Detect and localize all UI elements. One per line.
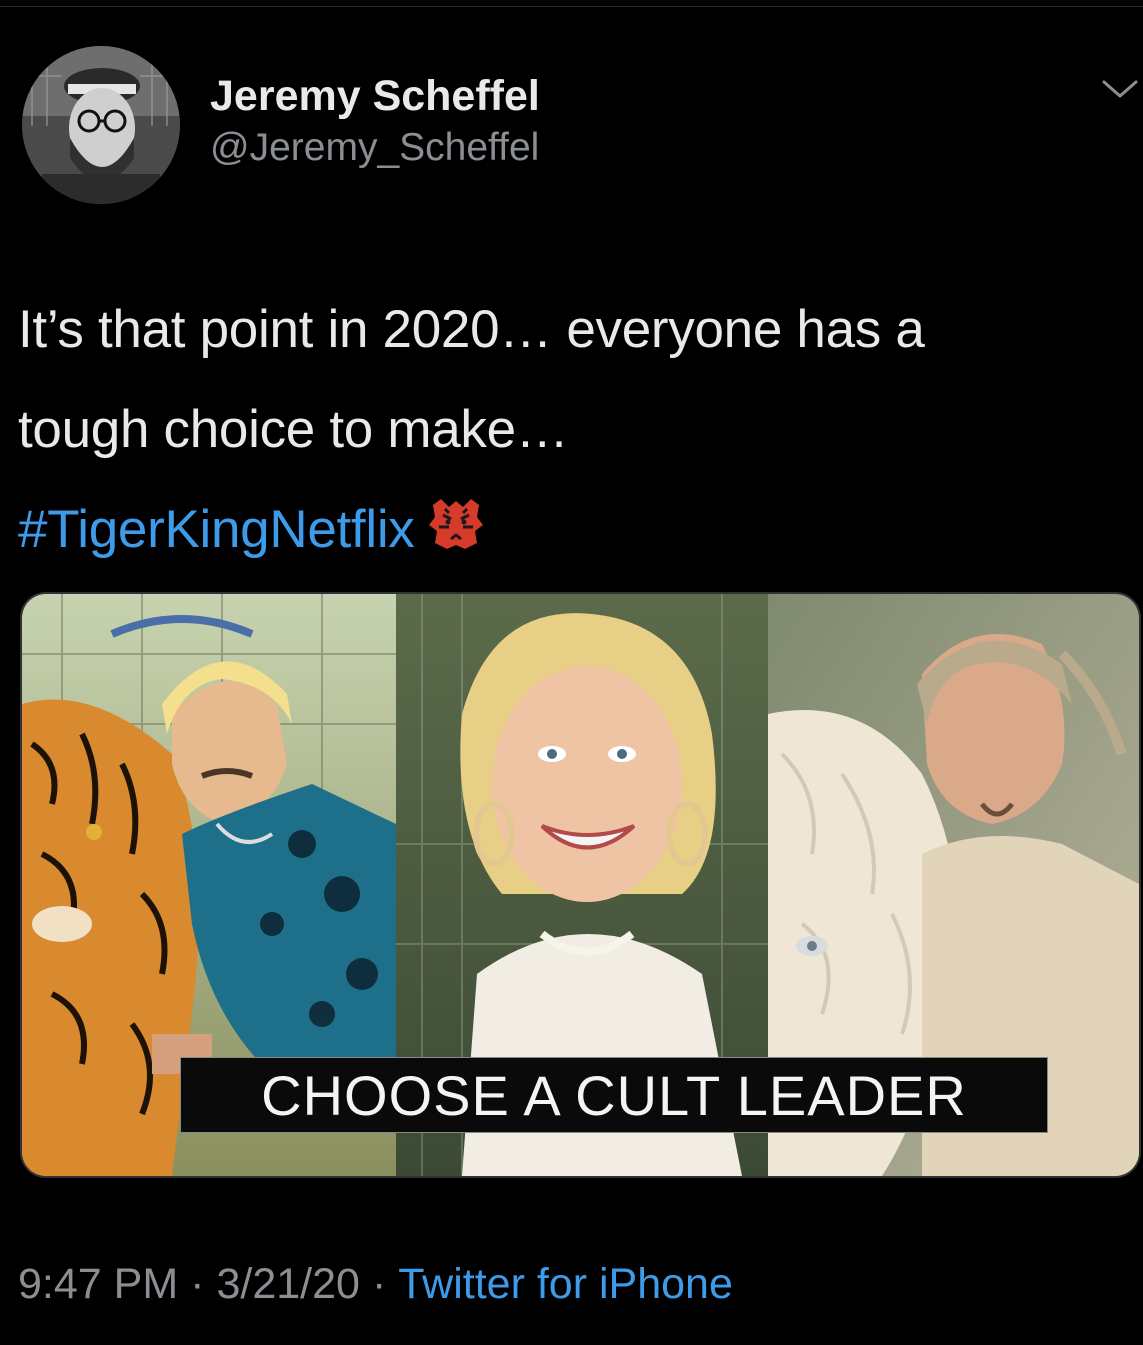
tweet-media[interactable]: CHOOSE A CULT LEADER: [20, 592, 1141, 1178]
tiger-face-emoji: [425, 488, 487, 549]
meta-separator: ·: [371, 1260, 387, 1308]
tweet-time[interactable]: 9:47 PM: [18, 1260, 178, 1308]
author-display-name[interactable]: Jeremy Scheffel: [210, 70, 540, 122]
tweet-text-line-2: tough choice to make…: [18, 400, 569, 459]
avatar[interactable]: [22, 46, 180, 204]
tweet-text-line-1: It’s that point in 2020… everyone has a: [18, 300, 925, 359]
author-handle[interactable]: @Jeremy_Scheffel: [210, 124, 540, 172]
top-divider: [0, 6, 1143, 7]
tweet-date[interactable]: 3/21/20: [216, 1260, 359, 1308]
chevron-down-icon[interactable]: [1098, 74, 1142, 104]
media-caption-box: CHOOSE A CULT LEADER: [180, 1057, 1048, 1133]
hashtag-link[interactable]: #TigerKingNetflix: [18, 500, 415, 559]
tweet-hashtag-line: #TigerKingNetflix: [18, 480, 1138, 580]
tweet-meta: 9:47 PM · 3/21/20 · Twitter for iPhone: [18, 1258, 733, 1310]
avatar-photo: [22, 46, 180, 204]
tweet-text: It’s that point in 2020… everyone has a …: [18, 280, 1138, 580]
meta-separator: ·: [190, 1260, 205, 1308]
tweet-author[interactable]: Jeremy Scheffel @Jeremy_Scheffel: [210, 70, 540, 172]
media-caption: CHOOSE A CULT LEADER: [261, 1063, 967, 1127]
tweet-source-link[interactable]: Twitter for iPhone: [398, 1260, 733, 1308]
